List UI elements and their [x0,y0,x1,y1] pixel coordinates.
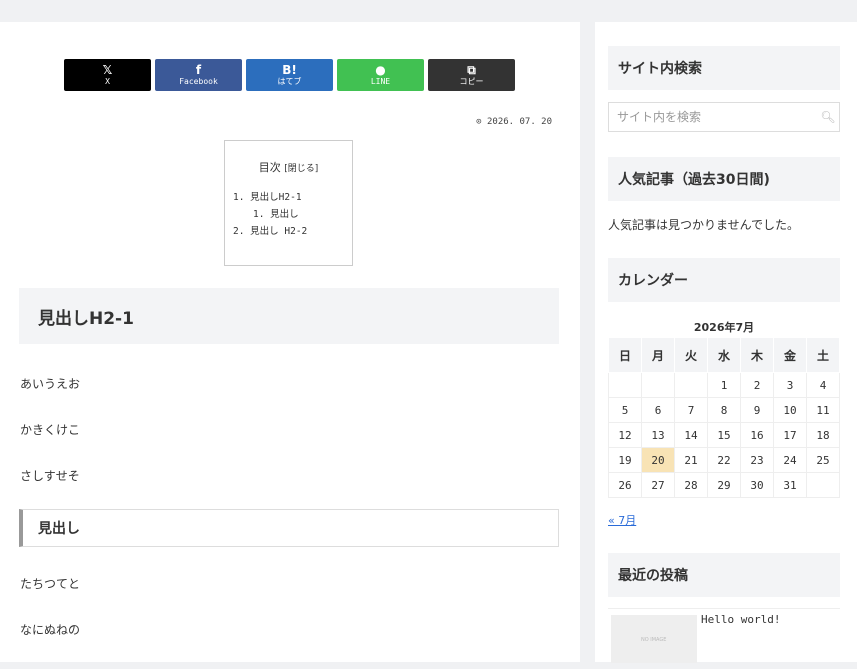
share-hatena-label: はてブ [277,77,302,86]
calendar-day: 15 [707,422,741,448]
calendar-day: 10 [773,397,807,423]
calendar-week: 1234 [608,372,840,398]
calendar-table: 日 月 火 水 木 金 土 1 2 3 4 5 6 7 8 9 10 11 12 13 14 15 16 17 1… [608,337,840,498]
search-box: 🔍︎ [608,102,840,132]
calendar-week: 12 13 14 15 16 17 18 [608,422,840,448]
calendar-day: 31 [773,472,807,498]
calendar-day: 2 [740,372,774,398]
weekday-header: 月 [641,337,675,373]
search-icon[interactable]: 🔍︎ [817,110,839,124]
calendar-day: 3 [773,372,807,398]
share-line-label: LINE [370,77,391,86]
calendar-day: 19 [608,447,642,473]
copy-icon: ⧉ [467,63,476,77]
calendar-day: 23 [740,447,774,473]
share-line-button[interactable]: ● LINE [337,59,424,91]
calendar-prev-link[interactable]: « 7月 [608,512,636,528]
share-x-button[interactable]: 𝕏 X [64,59,151,91]
calendar-day: 20 [641,447,675,473]
sidebar: サイト内検索 🔍︎ 人気記事（過去30日間) 人気記事は見つかりませんでした。 … [595,22,857,663]
calendar-day: 30 [740,472,774,498]
calendar-day [608,372,642,398]
weekday-header: 日 [608,337,642,373]
calendar-week: 5 6 7 8 9 10 11 [608,397,840,423]
toc-toggle-button[interactable]: [閉じる] [284,164,318,174]
toc-item[interactable]: 1. 見出し [233,206,352,223]
calendar-caption: 2026年7月 [693,321,755,334]
heading-h3: 見出し [19,509,559,547]
calendar-day [674,372,708,398]
calendar-day: 29 [707,472,741,498]
paragraph: さしすせそ [20,469,80,483]
recent-post-title[interactable]: Hello world! [701,613,780,626]
calendar-week: 19 20 21 22 23 24 25 [608,447,840,473]
share-copy-button[interactable]: ⧉ コピー [428,59,515,91]
calendar-week: 26 27 28 29 30 31 [608,472,840,498]
line-icon: ● [375,63,386,77]
search-input[interactable] [609,109,817,125]
toc-item[interactable]: 1. 見出しH2-1 [233,189,352,206]
popular-widget-title: 人気記事（過去30日間) [608,157,840,201]
calendar-day: 8 [707,397,741,423]
calendar-day: 24 [773,447,807,473]
weekday-header: 土 [806,337,840,373]
calendar-day: 12 [608,422,642,448]
calendar-day: 7 [674,397,708,423]
thumbnail-placeholder-text: NO IMAGE [641,637,667,643]
calendar-day: 11 [806,397,840,423]
weekday-header: 水 [707,337,741,373]
popular-empty-message: 人気記事は見つかりませんでした。 [608,218,800,232]
paragraph: あいうえお [20,377,81,391]
calendar-day: 4 [806,372,840,398]
table-of-contents: 目次 [閉じる] 1. 見出しH2-1 1. 見出し 2. 見出し H2-2 [224,140,353,266]
recent-post-item[interactable]: NO IMAGE Hello world! [608,608,840,669]
weekday-header: 木 [740,337,774,373]
weekday-header: 火 [674,337,708,373]
calendar-day: 5 [608,397,642,423]
search-widget-title: サイト内検索 [608,46,840,90]
calendar-day: 18 [806,422,840,448]
calendar-day: 22 [707,447,741,473]
paragraph: なにぬねの [20,623,81,637]
share-facebook-button[interactable]: f Facebook [155,59,242,91]
calendar-day [641,372,675,398]
calendar-widget-title: カレンダー [608,258,840,302]
calendar-day: 25 [806,447,840,473]
calendar-day: 6 [641,397,675,423]
calendar-day: 28 [674,472,708,498]
toc-title: 目次 [258,161,281,174]
paragraph: かきくけこ [20,423,81,437]
calendar-day: 27 [641,472,675,498]
post-date: ⊙ 2026. 07. 20 [476,117,552,127]
post-thumbnail: NO IMAGE [611,615,697,663]
calendar-day: 21 [674,447,708,473]
x-icon: 𝕏 [102,63,113,77]
share-facebook-label: Facebook [179,77,218,86]
calendar-day: 13 [641,422,675,448]
heading-h2: 見出しH2-1 [19,288,559,344]
calendar-day: 17 [773,422,807,448]
calendar-day: 9 [740,397,774,423]
share-buttons: 𝕏 X f Facebook B! はてブ ● LINE ⧉ コピー [64,59,515,91]
share-x-label: X [105,77,110,86]
weekday-header: 金 [773,337,807,373]
calendar-day: 14 [674,422,708,448]
calendar-day: 16 [740,422,774,448]
facebook-icon: f [195,63,202,77]
calendar-day: 1 [707,372,741,398]
recent-widget-title: 最近の投稿 [608,553,840,597]
paragraph: たちつてと [20,577,81,591]
toc-item[interactable]: 2. 見出し H2-2 [233,223,352,240]
main-content: 𝕏 X f Facebook B! はてブ ● LINE ⧉ コピー ⊙ 202… [0,22,580,662]
hatena-icon: B! [282,63,297,77]
share-hatena-button[interactable]: B! はてブ [246,59,333,91]
calendar-day [806,472,840,498]
calendar-day: 26 [608,472,642,498]
share-copy-label: コピー [459,77,484,86]
